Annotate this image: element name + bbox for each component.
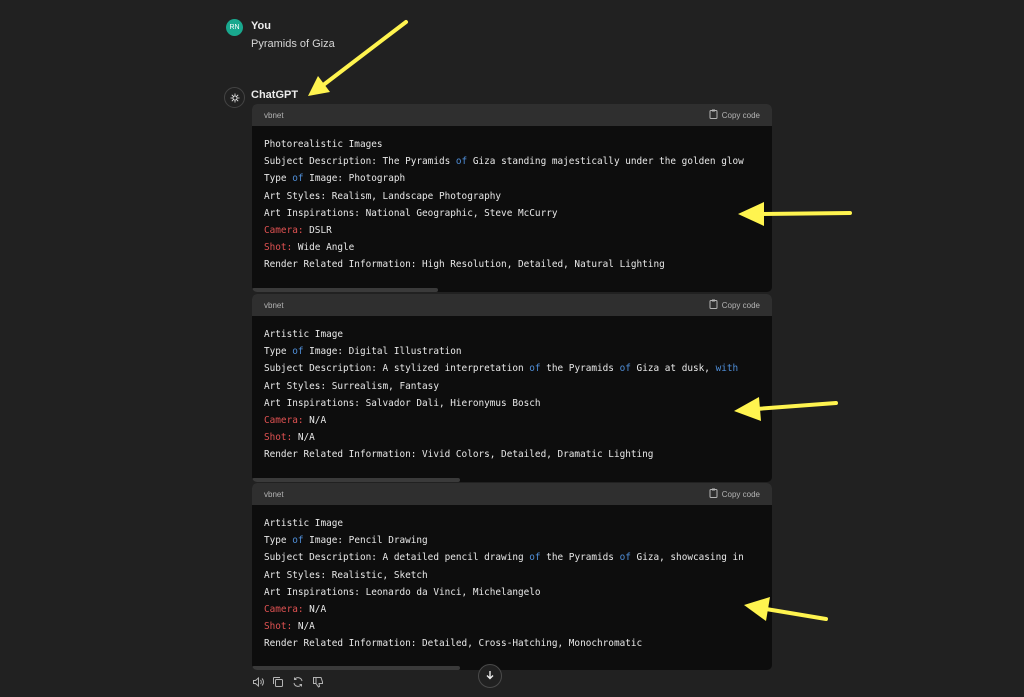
- code-line: Camera: DSLR: [264, 224, 332, 236]
- code-line: Art Styles: Realistic, Sketch: [264, 569, 428, 581]
- copy-icon[interactable]: [272, 676, 284, 688]
- code-line: Photorealistic Images: [264, 139, 383, 150]
- code-language-label: vbnet: [264, 489, 284, 499]
- code-block-header: vbnet Copy code: [252, 483, 772, 505]
- code-line: Camera: N/A: [264, 603, 327, 615]
- clipboard-icon: [709, 299, 718, 311]
- code-line: Camera: N/A: [264, 414, 327, 426]
- code-block: vbnet Copy code Artistic Image Type of Im…: [252, 294, 772, 482]
- speaker-icon[interactable]: [252, 676, 264, 688]
- code-line: Art Inspirations: National Geographic, S…: [264, 207, 558, 219]
- horizontal-scrollbar[interactable]: [252, 288, 438, 292]
- regenerate-icon[interactable]: [292, 676, 304, 688]
- user-avatar: RN: [226, 19, 243, 36]
- user-message: Pyramids of Giza: [251, 38, 335, 50]
- assistant-name: ChatGPT: [251, 89, 299, 101]
- chatgpt-logo-icon: [224, 87, 245, 108]
- copy-code-button[interactable]: Copy code: [709, 488, 760, 500]
- clipboard-icon: [709, 109, 718, 121]
- annotation-arrow: [308, 20, 408, 96]
- code-line: Type of Image: Pencil Drawing: [264, 535, 428, 547]
- code-block: vbnet Copy code Artistic Image Type of Im…: [252, 483, 772, 670]
- clipboard-icon: [709, 488, 718, 500]
- copy-code-button[interactable]: Copy code: [709, 299, 760, 311]
- code-line: Shot: N/A: [264, 621, 315, 633]
- code-line: Type of Image: Digital Illustration: [264, 346, 462, 358]
- code-block-header: vbnet Copy code: [252, 104, 772, 126]
- code-line: Subject Description: The Pyramids of Giz…: [264, 156, 744, 168]
- horizontal-scrollbar[interactable]: [252, 478, 460, 482]
- code-block: vbnet Copy code Photorealistic Images Sub…: [252, 104, 772, 292]
- copy-code-label: Copy code: [721, 489, 760, 499]
- code-block-header: vbnet Copy code: [252, 294, 772, 316]
- copy-code-label: Copy code: [721, 110, 760, 120]
- thumbs-down-icon[interactable]: [312, 676, 324, 688]
- code-line: Artistic Image: [264, 518, 344, 529]
- code-line: Subject Description: A detailed pencil d…: [264, 552, 744, 564]
- message-actions: [252, 676, 324, 688]
- code-language-label: vbnet: [264, 300, 284, 310]
- scroll-to-bottom-button[interactable]: [478, 664, 502, 688]
- code-line: Render Related Information: Vivid Colors…: [264, 449, 654, 461]
- code-line: Subject Description: A stylized interpre…: [264, 363, 739, 375]
- code-line: Art Styles: Surrealism, Fantasy: [264, 380, 439, 392]
- copy-code-button[interactable]: Copy code: [709, 109, 760, 121]
- code-line: Art Styles: Realism, Landscape Photograp…: [264, 190, 502, 202]
- code-line: Shot: Wide Angle: [264, 242, 355, 254]
- arrow-down-icon: [485, 667, 495, 685]
- code-line: Shot: N/A: [264, 432, 315, 444]
- copy-code-label: Copy code: [721, 300, 760, 310]
- code-line: Render Related Information: High Resolut…: [264, 259, 665, 271]
- code-body: Artistic Image Type of Image: Digital Ill…: [252, 316, 772, 464]
- code-line: Art Inspirations: Salvador Dali, Hierony…: [264, 397, 541, 409]
- code-line: Type of Image: Photograph: [264, 173, 406, 185]
- code-body: Photorealistic Images Subject Description…: [252, 126, 772, 274]
- code-body: Artistic Image Type of Image: Pencil Draw…: [252, 505, 772, 653]
- code-language-label: vbnet: [264, 110, 284, 120]
- horizontal-scrollbar[interactable]: [252, 666, 460, 670]
- code-line: Artistic Image: [264, 329, 344, 340]
- user-name: You: [251, 20, 271, 32]
- code-line: Art Inspirations: Leonardo da Vinci, Mic…: [264, 586, 541, 598]
- code-line: Render Related Information: Detailed, Cr…: [264, 638, 643, 650]
